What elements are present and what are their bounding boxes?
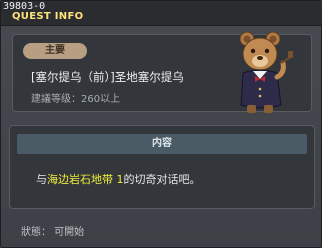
window-header: 39803-0 QUEST INFO: [1, 1, 322, 26]
content-section-header: 内容: [17, 134, 307, 154]
quest-info-window: 39803-0 QUEST INFO 主要 [塞尔提乌（前）]圣地塞尔提乌 建議…: [0, 0, 322, 248]
quest-type-tag: 主要: [23, 43, 87, 59]
description-post: 的切奇对话吧。: [123, 173, 201, 186]
quest-content-panel: 内容 与海边岩石地带 1的切奇对话吧。: [9, 125, 315, 209]
window-title: QUEST INFO: [12, 11, 84, 22]
npc-portrait-icon: [239, 31, 293, 113]
location-highlight: 海边岩石地带 1: [47, 173, 124, 186]
description-pre: 与: [36, 173, 47, 186]
quest-level-requirement: 建議等级：260以上: [31, 94, 121, 105]
quest-name: [塞尔提乌（前）]圣地塞尔提乌: [31, 70, 184, 84]
quest-status: 狀態： 可開始: [21, 227, 85, 238]
quest-description: 与海边岩石地带 1的切奇对话吧。: [36, 171, 201, 187]
